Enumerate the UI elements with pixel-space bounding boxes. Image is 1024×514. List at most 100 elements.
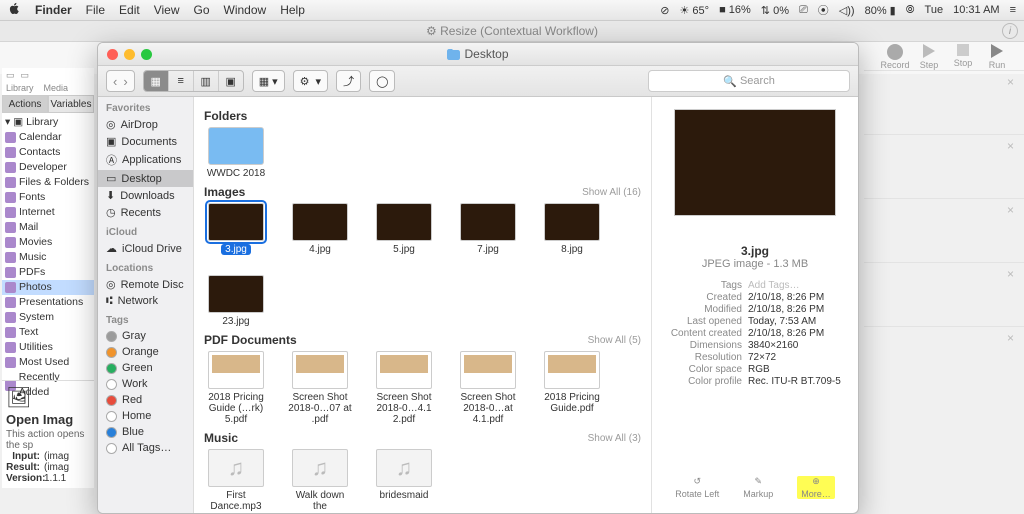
finder-sidebar: Favorites ◎ AirDrop▣ DocumentsⒶ Applicat…	[98, 97, 194, 513]
showall-pdfs[interactable]: Show All (5)	[588, 335, 641, 346]
sidebar-item[interactable]: ◷ Recents	[98, 204, 193, 221]
sidebar-item[interactable]: ▣ Documents	[98, 133, 193, 150]
sidebar-item[interactable]: Ⓐ Applications	[98, 150, 193, 170]
showall-music[interactable]: Show All (3)	[588, 433, 641, 444]
pdf-item[interactable]: Screen Shot 2018-0…at 4.1.pdf	[456, 351, 520, 425]
sidebar-item[interactable]: ⬇ Downloads	[98, 187, 193, 204]
library-item[interactable]: Contacts	[2, 145, 94, 160]
image-item[interactable]: 3.jpg	[204, 203, 268, 255]
finder-titlebar[interactable]: Desktop	[98, 43, 858, 66]
pdf-item[interactable]: 2018 Pricing Guide (…rk) 5.pdf	[204, 351, 268, 425]
library-item[interactable]: Mail	[2, 220, 94, 235]
library-item[interactable]: Utilities	[2, 340, 94, 355]
meta-row: Color profileRec. ITU-R BT.709-5	[660, 376, 850, 387]
media-icon[interactable]: ▭	[21, 70, 30, 81]
library-item[interactable]: Files & Folders	[2, 175, 94, 190]
share-button[interactable]: ⤴	[336, 70, 361, 92]
sidebar-head-icloud: iCloud	[98, 221, 193, 240]
library-item[interactable]: Fonts	[2, 190, 94, 205]
image-item[interactable]: 8.jpg	[540, 203, 604, 255]
action-button[interactable]: ⚙ ▾	[293, 70, 328, 92]
menu-window[interactable]: Window	[224, 3, 267, 17]
window-title: Desktop	[464, 47, 508, 61]
sidebar-item[interactable]: ▭ Desktop	[98, 170, 193, 187]
sidebar-item-network[interactable]: ⑆ Network	[98, 293, 193, 309]
music-item[interactable]: ♫First Dance.mp3	[204, 449, 268, 512]
finder-content[interactable]: Folders WWDC 2018 ImagesShow All (16) 3.…	[194, 97, 651, 513]
section-pdfs: PDF Documents	[204, 333, 297, 347]
pdf-item[interactable]: Screen Shot 2018-0…07 at .pdf	[288, 351, 352, 425]
sidebar-item-remote-disc[interactable]: ◎ Remote Disc	[98, 276, 193, 293]
library-item[interactable]: Internet	[2, 205, 94, 220]
image-item[interactable]: 23.jpg	[204, 275, 268, 327]
section-folders: Folders	[204, 109, 247, 123]
rotate-left-button[interactable]: ↺Rotate Left	[675, 476, 719, 499]
stop-button[interactable]: Stop	[946, 44, 980, 68]
sidebar-item[interactable]: ◎ AirDrop	[98, 116, 193, 133]
library-item[interactable]: Presentations	[2, 295, 94, 310]
image-item[interactable]: 5.jpg	[372, 203, 436, 255]
remove-step-5[interactable]: ×	[864, 326, 1024, 390]
menu-go[interactable]: Go	[194, 3, 210, 17]
library-item[interactable]: Movies	[2, 235, 94, 250]
remove-step-3[interactable]: ×	[864, 198, 1024, 262]
library-item[interactable]: System	[2, 310, 94, 325]
spotlight-icon[interactable]: ⦾	[906, 4, 915, 17]
folder-item[interactable]: WWDC 2018	[204, 127, 268, 179]
music-item[interactable]: ♫Walk down the	[288, 449, 352, 512]
view-mode-segment[interactable]: ▦ ≡ ▥ ▣	[143, 70, 244, 92]
pdf-item[interactable]: 2018 Pricing Guide.pdf	[540, 351, 604, 425]
search-input[interactable]: 🔍 Search	[648, 70, 850, 92]
showall-images[interactable]: Show All (16)	[582, 187, 641, 198]
library-item[interactable]: PDFs	[2, 265, 94, 280]
finder-window: Desktop ‹› ▦ ≡ ▥ ▣ ▦ ▾ ⚙ ▾ ⤴ ◯ 🔍 Search …	[97, 42, 859, 514]
sidebar-tag[interactable]: Green	[98, 360, 193, 376]
sidebar-tag[interactable]: Home	[98, 408, 193, 424]
tags-button[interactable]: ◯	[369, 70, 395, 92]
nav-back-forward[interactable]: ‹›	[106, 70, 135, 92]
remove-step-1[interactable]: ×	[864, 70, 1024, 134]
arrange-button[interactable]: ▦ ▾	[252, 70, 285, 92]
library-item[interactable]: Developer	[2, 160, 94, 175]
image-item[interactable]: 4.jpg	[288, 203, 352, 255]
image-item[interactable]: 7.jpg	[456, 203, 520, 255]
menu-edit[interactable]: Edit	[119, 3, 140, 17]
sidebar-tag[interactable]: All Tags…	[98, 440, 193, 456]
sidebar-tag[interactable]: Work	[98, 376, 193, 392]
library-item[interactable]: Most Used	[2, 355, 94, 370]
remove-step-2[interactable]: ×	[864, 134, 1024, 198]
music-item[interactable]: ♫bridesmaid	[372, 449, 436, 512]
info-icon[interactable]: i	[1002, 23, 1018, 39]
app-name[interactable]: Finder	[35, 3, 72, 17]
tab-variables[interactable]: Variables	[48, 95, 94, 113]
more-button[interactable]: ⊕More…	[797, 476, 835, 499]
notifications-icon[interactable]: ≡	[1010, 4, 1016, 16]
tab-actions[interactable]: Actions	[2, 95, 48, 113]
remove-step-4[interactable]: ×	[864, 262, 1024, 326]
display-icon[interactable]: ⎚	[799, 4, 808, 17]
wifi-icon[interactable]: ⦿	[818, 2, 829, 18]
rotate-icon: ↺	[693, 476, 701, 487]
menu-help[interactable]: Help	[280, 3, 305, 17]
sidebar-tag[interactable]: Blue	[98, 424, 193, 440]
library-item[interactable]: Music	[2, 250, 94, 265]
library-icon[interactable]: ▭	[6, 70, 15, 81]
markup-button[interactable]: ✎Markup	[743, 476, 773, 499]
sidebar-tag[interactable]: Red	[98, 392, 193, 408]
status-tray: ⊘ ☀ 65° ■ 16% ⇅ 0% ⎚ ⦿ ◁)) 80% ▮ ⦾ Tue 1…	[660, 2, 1016, 18]
library-item[interactable]: Calendar	[2, 130, 94, 145]
menu-view[interactable]: View	[154, 3, 180, 17]
menu-file[interactable]: File	[86, 3, 105, 17]
library-item[interactable]: Photos	[2, 280, 94, 295]
library-item[interactable]: Text	[2, 325, 94, 340]
sidebar-tag[interactable]: Orange	[98, 344, 193, 360]
step-button[interactable]: Step	[912, 44, 946, 70]
pdf-item[interactable]: Screen Shot 2018-0…4.1 2.pdf	[372, 351, 436, 425]
volume-icon[interactable]: ◁))	[839, 4, 855, 17]
link-icon[interactable]: ⊘	[660, 4, 669, 17]
record-button[interactable]: Record	[878, 44, 912, 70]
sidebar-item-icloud-drive[interactable]: ☁ iCloud Drive	[98, 240, 193, 257]
apple-icon[interactable]	[8, 2, 21, 18]
sidebar-tag[interactable]: Gray	[98, 328, 193, 344]
run-button[interactable]: Run	[980, 44, 1014, 70]
